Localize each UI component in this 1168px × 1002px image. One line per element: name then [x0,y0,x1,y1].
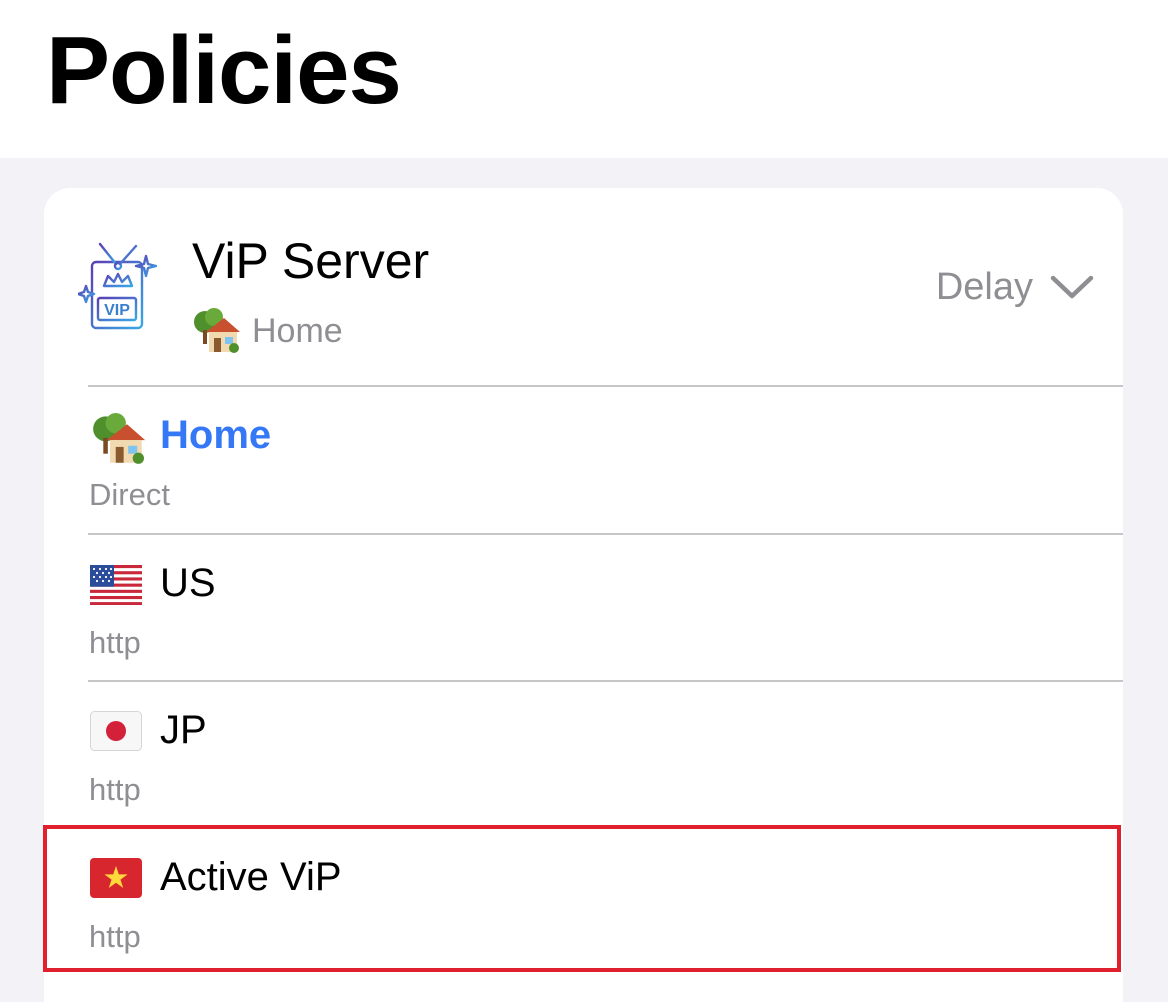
policy-row-jp[interactable]: JP http [44,682,1123,828]
policy-type: Direct [89,477,170,512]
policy-mode-label[interactable]: Delay [936,266,1033,309]
policy-group-name: ViP Server [192,233,430,289]
page-title: Policies [46,17,402,124]
policy-name: US [160,561,216,605]
vip-tv-icon: VIP [78,242,158,330]
header-area: Policies [0,0,1168,158]
policy-row-home[interactable]: Home Direct [44,387,1123,533]
policy-group-selected-label: Home [252,311,343,350]
policy-name: Home [160,413,272,457]
policy-name: JP [160,708,207,752]
house-with-garden-emoji [93,413,146,464]
japan-flag-icon [90,711,142,751]
policy-group-selection: Home [192,308,343,354]
house-with-garden-emoji [194,308,240,353]
us-flag-icon [90,565,142,605]
policy-group-header[interactable]: VIP ViP Server Home Delay [44,188,1123,386]
svg-text:VIP: VIP [104,302,130,319]
selection-highlight [43,825,1121,972]
policy-row-us[interactable]: US http [44,535,1123,681]
chevron-down-icon[interactable] [1049,272,1095,302]
policy-type: http [89,625,141,660]
policy-type: http [89,772,141,807]
